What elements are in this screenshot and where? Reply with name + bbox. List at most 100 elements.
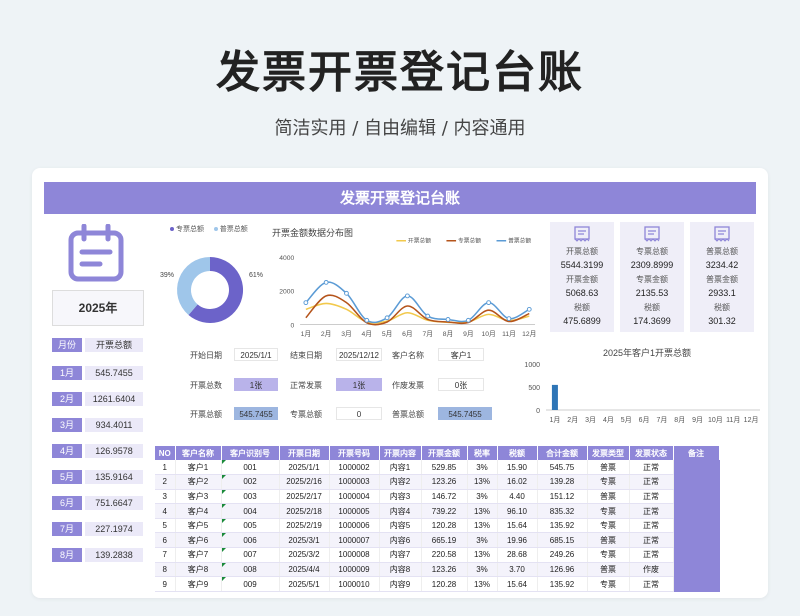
table-row[interactable]: 3 客户3 003 2025/2/17 1000004 内容3 146.72 3% 4.40 15… [155,489,720,505]
table-cell[interactable]: 4 [155,503,176,519]
table-cell[interactable] [673,518,720,534]
table-cell[interactable]: 客户6 [175,532,222,549]
table-cell[interactable]: 2025/1/1 [279,460,330,476]
table-cell[interactable]: 2025/2/17 [279,489,330,505]
table-row[interactable]: 9 客户9 009 2025/5/1 1000010 内容9 120.28 13% 15.64 1… [155,576,720,592]
table-cell[interactable]: 1000005 [329,503,380,519]
table-cell[interactable]: 内容2 [379,474,422,490]
table-row[interactable]: 1 客户1 001 2025/1/1 1000002 内容1 529.85 3% 15.90 54… [155,460,720,476]
column-header[interactable]: 客户识别号 [221,446,280,460]
client-name-field[interactable]: 客户1 [438,348,484,361]
table-cell[interactable]: 3 [155,489,176,505]
table-cell[interactable]: 2 [155,474,176,490]
table-cell[interactable]: 16.02 [497,474,538,490]
table-cell[interactable]: 5 [155,518,176,534]
table-cell[interactable]: 普票 [587,489,630,505]
table-cell[interactable]: 685.15 [537,532,588,549]
table-cell[interactable]: 123.26 [421,474,468,490]
table-cell[interactable]: 普票 [587,562,630,578]
table-cell[interactable]: 1000004 [329,489,380,505]
table-cell[interactable]: 客户1 [175,460,222,476]
column-header[interactable]: 开票号码 [329,446,380,460]
table-cell[interactable]: 2025/5/1 [279,576,330,592]
table-cell[interactable]: 3% [467,562,498,578]
table-cell[interactable]: 内容6 [379,532,422,549]
table-cell[interactable]: 内容7 [379,547,422,563]
table-cell[interactable]: 客户3 [175,489,222,505]
table-cell[interactable]: 135.92 [537,576,588,592]
table-cell[interactable]: 客户5 [175,518,222,534]
table-cell[interactable]: 15.64 [497,518,538,534]
table-cell[interactable]: 3.70 [497,562,538,578]
table-row[interactable]: 4 客户4 004 2025/2/18 1000005 内容4 739.22 13% 96.10… [155,503,720,519]
table-cell[interactable]: 120.28 [421,518,468,534]
year-selector[interactable]: 2025年 [52,290,144,326]
table-cell[interactable]: 220.58 [421,547,468,563]
table-cell[interactable]: 普票 [587,460,630,476]
table-cell[interactable]: 客户7 [175,547,222,563]
table-cell[interactable] [673,503,720,519]
column-header[interactable]: 开票金额 [421,446,468,460]
table-cell[interactable]: 正常 [629,532,674,549]
column-header[interactable]: 客户名称 [175,446,222,460]
column-header[interactable]: 备注 [673,446,720,460]
table-cell[interactable]: 13% [467,474,498,490]
table-cell[interactable] [673,489,720,505]
table-cell[interactable]: 7 [155,547,176,563]
table-cell[interactable]: 6 [155,532,176,549]
table-row[interactable]: 8 客户8 008 2025/4/4 1000009 内容8 123.26 3% 3.70 126… [155,562,720,578]
table-cell[interactable]: 007 [221,547,280,563]
table-cell[interactable]: 002 [221,474,280,490]
table-cell[interactable]: 4.40 [497,489,538,505]
table-cell[interactable]: 客户8 [175,562,222,578]
table-cell[interactable] [673,576,720,592]
table-cell[interactable]: 正常 [629,503,674,519]
table-cell[interactable]: 739.22 [421,503,468,519]
table-row[interactable]: 6 客户6 006 2025/3/1 1000007 内容6 665.19 3% 19.96 68… [155,532,720,549]
table-cell[interactable]: 专票 [587,518,630,534]
column-header[interactable]: 发票类型 [587,446,630,460]
table-cell[interactable]: 2025/3/1 [279,532,330,549]
table-cell[interactable]: 135.92 [537,518,588,534]
table-row[interactable]: 2 客户2 002 2025/2/16 1000003 内容2 123.26 13% 16.02… [155,474,720,490]
table-cell[interactable]: 1000002 [329,460,380,476]
table-cell[interactable]: 3% [467,532,498,549]
table-cell[interactable]: 2025/2/19 [279,518,330,534]
table-cell[interactable]: 普票 [587,532,630,549]
table-cell[interactable]: 1 [155,460,176,476]
column-header[interactable]: 合计金额 [537,446,588,460]
table-cell[interactable]: 内容1 [379,460,422,476]
table-cell[interactable]: 529.85 [421,460,468,476]
table-row[interactable]: 7 客户7 007 2025/3/2 1000008 内容7 220.58 13% 28.68 2… [155,547,720,563]
table-cell[interactable]: 正常 [629,518,674,534]
table-cell[interactable]: 146.72 [421,489,468,505]
table-cell[interactable]: 13% [467,518,498,534]
table-cell[interactable]: 专票 [587,576,630,592]
table-cell[interactable]: 13% [467,547,498,563]
table-cell[interactable]: 1000009 [329,562,380,578]
table-cell[interactable]: 正常 [629,576,674,592]
column-header[interactable]: NO [155,446,176,460]
table-cell[interactable]: 2025/4/4 [279,562,330,578]
column-header[interactable]: 发票状态 [629,446,674,460]
table-cell[interactable]: 正常 [629,489,674,505]
table-cell[interactable]: 13% [467,576,498,592]
table-cell[interactable]: 1000010 [329,576,380,592]
table-cell[interactable]: 126.96 [537,562,588,578]
table-cell[interactable]: 005 [221,518,280,534]
table-cell[interactable]: 正常 [629,474,674,490]
table-cell[interactable]: 28.68 [497,547,538,563]
table-cell[interactable]: 120.28 [421,576,468,592]
end-date-field[interactable]: 2025/12/12 [336,348,382,361]
column-header[interactable]: 税率 [467,446,498,460]
table-cell[interactable]: 内容5 [379,518,422,534]
table-cell[interactable]: 正常 [629,547,674,563]
table-cell[interactable]: 2025/2/16 [279,474,330,490]
table-cell[interactable] [673,562,720,578]
table-cell[interactable]: 835.32 [537,503,588,519]
table-cell[interactable]: 专票 [587,547,630,563]
table-cell[interactable] [673,532,720,549]
table-cell[interactable]: 1000008 [329,547,380,563]
table-cell[interactable]: 15.90 [497,460,538,476]
table-cell[interactable]: 003 [221,489,280,505]
